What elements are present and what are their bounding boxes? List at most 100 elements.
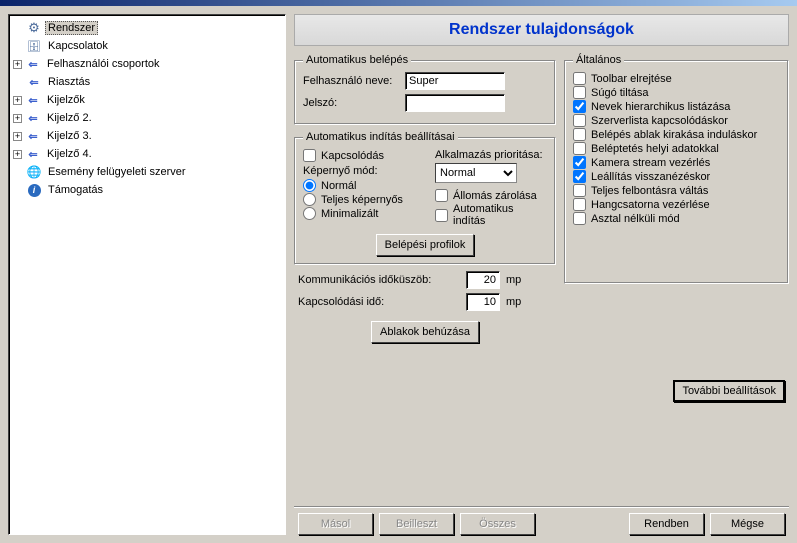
button-bar: Másol Beilleszt Összes Rendben Mégse — [294, 506, 789, 535]
general-checkbox-1[interactable] — [573, 86, 586, 99]
general-option-1: Súgó tiltása — [573, 86, 780, 99]
tree-label: Kapcsolatok — [45, 39, 111, 53]
general-checkbox-label: Belépés ablak kirakása induláskor — [591, 129, 757, 141]
connect-checkbox[interactable] — [303, 149, 316, 162]
ok-button[interactable]: Rendben — [629, 513, 704, 535]
screen-mode-radio-1: Teljes képernyős — [303, 193, 425, 206]
arrow-left-icon: ⇐ — [25, 146, 41, 162]
screen-mode-radio-input-1[interactable] — [303, 193, 316, 206]
tree-label: Kijelzők — [44, 93, 88, 107]
tree-item-0[interactable]: ⚙Rendszer — [11, 19, 283, 37]
general-option-4: Belépés ablak kirakása induláskor — [573, 128, 780, 141]
tree-item-8[interactable]: 🌐Esemény felügyeleti szerver — [11, 163, 283, 181]
arrow-left-icon: ⇐ — [25, 56, 41, 72]
comm-timeout-unit: mp — [506, 274, 521, 286]
general-checkbox-7[interactable] — [573, 170, 586, 183]
paste-button[interactable]: Beilleszt — [379, 513, 454, 535]
auto-login-legend: Automatikus belépés — [303, 54, 411, 66]
general-group: Általános Toolbar elrejtése Súgó tiltása N… — [564, 54, 789, 284]
screen-mode-radio-2: Minimalizált — [303, 207, 425, 220]
more-settings-button[interactable]: További beállítások — [673, 380, 785, 402]
expand-icon[interactable]: + — [13, 132, 22, 141]
tree-item-5[interactable]: +⇐Kijelző 2. — [11, 109, 283, 127]
expand-icon[interactable]: + — [13, 150, 22, 159]
general-checkbox-2[interactable] — [573, 100, 586, 113]
all-button[interactable]: Összes — [460, 513, 535, 535]
tree-label: Kijelző 4. — [44, 147, 95, 161]
general-checkbox-5[interactable] — [573, 142, 586, 155]
general-option-9: Hangcsatorna vezérlése — [573, 198, 780, 211]
tree-item-7[interactable]: +⇐Kijelző 4. — [11, 145, 283, 163]
tree-item-4[interactable]: +⇐Kijelzők — [11, 91, 283, 109]
arrow-left-icon: ⇐ — [25, 92, 41, 108]
cancel-button[interactable]: Mégse — [710, 513, 785, 535]
expand-icon[interactable]: + — [13, 96, 22, 105]
autostart-label: Automatikus indítás — [453, 203, 547, 227]
copy-button[interactable]: Másol — [298, 513, 373, 535]
expand-icon[interactable]: + — [13, 114, 22, 123]
comm-timeout-label: Kommunikációs időküszöb: — [298, 274, 466, 286]
globe-icon: 🌐 — [26, 164, 42, 180]
tree-item-3[interactable]: ⇐Riasztás — [11, 73, 283, 91]
general-checkbox-label: Teljes felbontásra váltás — [591, 185, 708, 197]
general-checkbox-label: Hangcsatorna vezérlése — [591, 199, 710, 211]
connect-time-label: Kapcsolódási idő: — [298, 296, 466, 308]
general-option-2: Nevek hierarchikus listázása — [573, 100, 780, 113]
expand-icon[interactable]: + — [13, 60, 22, 69]
arrow-left-icon: ⇐ — [25, 110, 41, 126]
general-option-6: Kamera stream vezérlés — [573, 156, 780, 169]
priority-label: Alkalmazás prioritása: — [435, 149, 547, 161]
database-icon: 🗄 — [26, 38, 42, 54]
general-option-8: Teljes felbontásra váltás — [573, 184, 780, 197]
screen-mode-radio-input-2[interactable] — [303, 207, 316, 220]
general-option-0: Toolbar elrejtése — [573, 72, 780, 85]
auto-start-group: Automatikus indítás beállításai Kapcsoló… — [294, 131, 556, 265]
general-checkbox-4[interactable] — [573, 128, 586, 141]
general-checkbox-label: Toolbar elrejtése — [591, 73, 672, 85]
general-checkbox-label: Leállítás visszanézéskor — [591, 171, 710, 183]
screen-mode-radio-input-0[interactable] — [303, 179, 316, 192]
lock-label: Állomás zárolása — [453, 190, 537, 202]
lock-checkbox[interactable] — [435, 189, 448, 202]
tree-label: Rendszer — [45, 21, 98, 35]
tree-item-6[interactable]: +⇐Kijelző 3. — [11, 127, 283, 145]
general-option-7: Leállítás visszanézéskor — [573, 170, 780, 183]
tree-item-9[interactable]: iTámogatás — [11, 181, 283, 199]
connect-time-unit: mp — [506, 296, 521, 308]
general-checkbox-6[interactable] — [573, 156, 586, 169]
general-checkbox-label: Nevek hierarchikus listázása — [591, 101, 730, 113]
general-checkbox-0[interactable] — [573, 72, 586, 85]
general-option-10: Asztal nélküli mód — [573, 212, 780, 225]
priority-select[interactable]: Normal — [435, 163, 517, 183]
general-option-5: Beléptetés helyi adatokkal — [573, 142, 780, 155]
tree-item-2[interactable]: +⇐Felhasználói csoportok — [11, 55, 283, 73]
connect-time-input[interactable] — [466, 293, 500, 311]
comm-timeout-input[interactable] — [466, 271, 500, 289]
general-checkbox-3[interactable] — [573, 114, 586, 127]
nav-tree: ⚙Rendszer🗄Kapcsolatok+⇐Felhasználói csop… — [8, 14, 286, 535]
auto-start-legend: Automatikus indítás beállításai — [303, 131, 458, 143]
autostart-checkbox[interactable] — [435, 209, 448, 222]
screen-mode-radio-label: Minimalizált — [321, 208, 378, 220]
general-legend: Általános — [573, 54, 624, 66]
general-checkbox-label: Asztal nélküli mód — [591, 213, 680, 225]
screen-mode-radio-label: Normál — [321, 180, 356, 192]
tree-item-1[interactable]: 🗄Kapcsolatok — [11, 37, 283, 55]
tree-label: Támogatás — [45, 183, 106, 197]
arrow-left-icon: ⇐ — [25, 128, 41, 144]
connect-checkbox-row: Kapcsolódás — [303, 149, 425, 162]
general-checkbox-8[interactable] — [573, 184, 586, 197]
screen-mode-radio-label: Teljes képernyős — [321, 194, 403, 206]
password-input[interactable] — [405, 94, 505, 112]
auto-login-group: Automatikus belépés Felhasználó neve: Je… — [294, 54, 556, 125]
username-input[interactable] — [405, 72, 505, 90]
screen-mode-radio-0: Normál — [303, 179, 425, 192]
general-checkbox-label: Súgó tiltása — [591, 87, 648, 99]
general-checkbox-label: Beléptetés helyi adatokkal — [591, 143, 719, 155]
pull-windows-button[interactable]: Ablakok behúzása — [371, 321, 479, 343]
general-checkbox-10[interactable] — [573, 212, 586, 225]
info-icon: i — [26, 182, 42, 198]
general-checkbox-label: Szerverlista kapcsolódáskor — [591, 115, 728, 127]
general-checkbox-9[interactable] — [573, 198, 586, 211]
login-profiles-button[interactable]: Belépési profilok — [376, 234, 475, 256]
